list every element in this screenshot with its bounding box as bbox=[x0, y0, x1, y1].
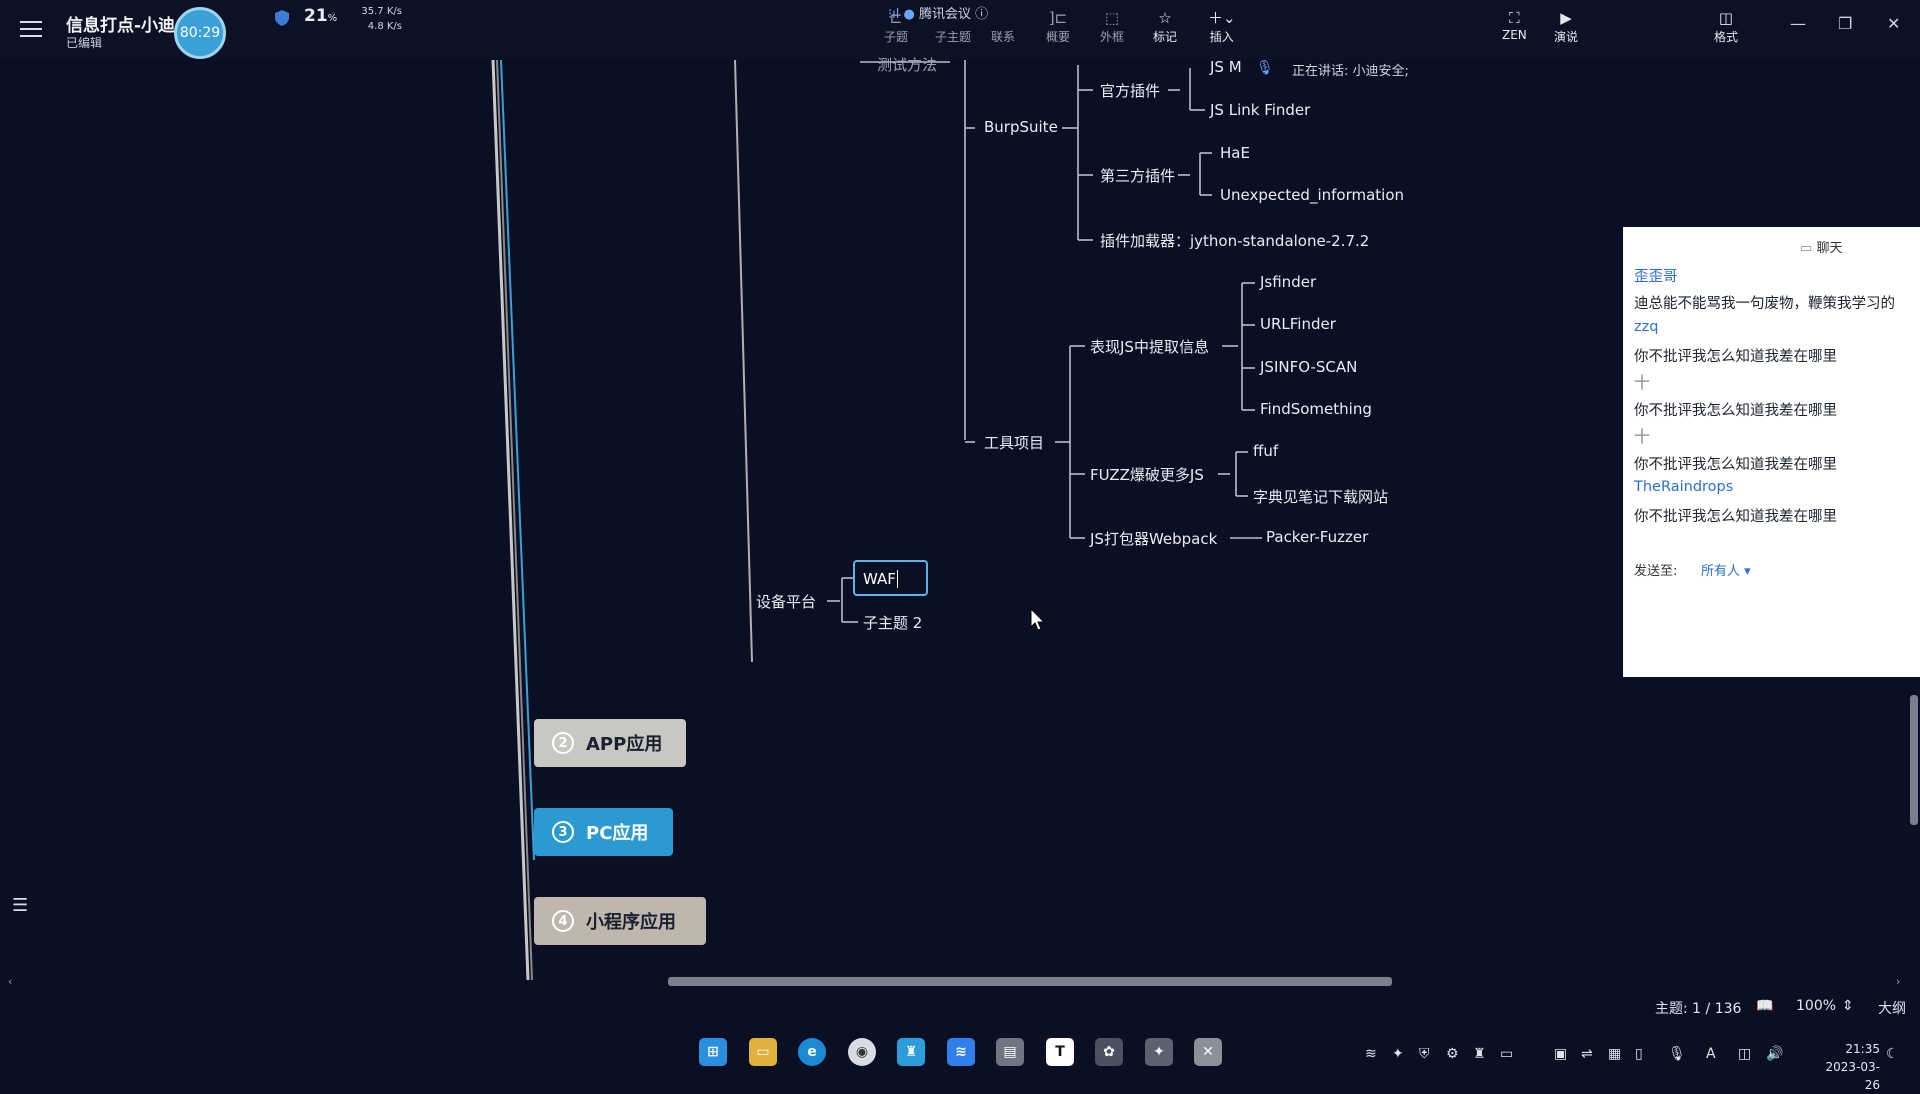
tray-shirt-icon[interactable]: ♜ bbox=[1473, 1046, 1486, 1062]
vertical-scrollbar[interactable] bbox=[1910, 695, 1918, 825]
start-windows-icon[interactable]: ⊞ bbox=[699, 1038, 727, 1066]
topic-count: 主题: 1 / 136 bbox=[1655, 1001, 1742, 1017]
topic-pc[interactable]: 3 PC应用 bbox=[534, 808, 673, 856]
topic-number: 2 bbox=[552, 732, 574, 754]
chat-message: 你不批评我怎么知道我差在哪里 bbox=[1634, 457, 1837, 473]
edge-browser-icon[interactable]: e bbox=[798, 1038, 826, 1066]
chat-panel: ▭ 聊天 歪歪哥 迪总能不能骂我一句废物，鞭策我学习的 zzq 你不批评我怎么知… bbox=[1623, 227, 1920, 677]
notification-icon[interactable]: ☾ bbox=[1886, 1046, 1899, 1062]
chrome-browser-icon[interactable]: ◉ bbox=[848, 1038, 876, 1066]
zoom-stepper-icon[interactable]: ⇕ bbox=[1842, 998, 1854, 1014]
clock-date: 2023-03-26 bbox=[1825, 1060, 1880, 1092]
node-jsinfo-scan[interactable]: JSINFO-SCAN bbox=[1260, 358, 1357, 376]
tray-network-icon[interactable]: ⇌ bbox=[1581, 1046, 1593, 1062]
tray-usb-icon[interactable]: ▯ bbox=[1635, 1046, 1643, 1062]
speaking-indicator: 正在讲话: 小迪安全; bbox=[1292, 64, 1409, 79]
node-packer-fuzzer[interactable]: Packer-Fuzzer bbox=[1266, 528, 1368, 546]
send-to-label: 发送至: bbox=[1634, 564, 1678, 579]
node-third-party-plugins[interactable]: 第三方插件 bbox=[1100, 165, 1175, 186]
chat-plus-one: 十 bbox=[1634, 373, 1651, 392]
node-dict-note[interactable]: 字典见笔记下载网站 bbox=[1253, 486, 1388, 507]
node-ffuf[interactable]: ffuf bbox=[1253, 442, 1278, 460]
tray-meeting-icon[interactable]: ≋ bbox=[1365, 1046, 1377, 1062]
ime-indicator[interactable]: A bbox=[1706, 1046, 1716, 1062]
topic-label: 小程序应用 bbox=[586, 912, 676, 933]
node-js-m[interactable]: JS M bbox=[1210, 58, 1242, 76]
node-findsomething[interactable]: FindSomething bbox=[1260, 400, 1372, 418]
tray-monitor-icon[interactable]: ▭ bbox=[1500, 1046, 1513, 1062]
node-js-link-finder[interactable]: JS Link Finder bbox=[1210, 101, 1310, 119]
node-device-platform[interactable]: 设备平台 bbox=[756, 591, 816, 612]
mouse-cursor bbox=[1030, 608, 1046, 631]
chat-message: 迪总能不能骂我一句废物，鞭策我学习的 bbox=[1634, 296, 1895, 312]
zoom-level[interactable]: 100% bbox=[1796, 998, 1836, 1014]
microphone-icon: 🎙 bbox=[1256, 60, 1274, 76]
topic-mini-program[interactable]: 4 小程序应用 bbox=[534, 897, 706, 945]
system-clock[interactable]: 21:35 2023-03-26 bbox=[1820, 1040, 1880, 1094]
typora-icon[interactable]: T bbox=[1046, 1038, 1074, 1066]
node-waf-text: WAF bbox=[863, 570, 896, 588]
app-feather-icon[interactable]: ✿ bbox=[1095, 1038, 1123, 1066]
notepad-icon[interactable]: ▤ bbox=[996, 1038, 1024, 1066]
chat-plus-one: 十 bbox=[1634, 427, 1651, 446]
dropdown-icon: ▾ bbox=[1744, 564, 1751, 579]
book-icon[interactable]: 📖 bbox=[1756, 998, 1773, 1014]
horizontal-scrollbar[interactable] bbox=[668, 977, 1392, 986]
node-tool-projects[interactable]: 工具项目 bbox=[984, 432, 1044, 453]
scroll-right-icon[interactable]: › bbox=[1896, 975, 1900, 988]
tray-grid-icon[interactable]: ▦ bbox=[1608, 1046, 1621, 1062]
node-hae[interactable]: HaE bbox=[1220, 144, 1250, 162]
tray-shield-icon[interactable]: ⛨ bbox=[1419, 1046, 1430, 1062]
tray-gear-icon[interactable]: ⚙ bbox=[1446, 1046, 1459, 1062]
xmind-icon[interactable]: ✕ bbox=[1194, 1038, 1222, 1066]
volume-icon[interactable]: 🔊 bbox=[1766, 1046, 1783, 1062]
node-jsfinder[interactable]: Jsfinder bbox=[1260, 273, 1316, 291]
topic-label: PC应用 bbox=[586, 823, 649, 844]
tray-display-icon[interactable]: ▣ bbox=[1554, 1046, 1567, 1062]
outline-list-icon[interactable]: ☰ bbox=[12, 895, 28, 916]
outline-toggle[interactable]: 大纲 bbox=[1878, 998, 1906, 1018]
topic-label: APP应用 bbox=[586, 734, 663, 755]
chat-sender: TheRaindrops bbox=[1634, 479, 1734, 495]
topic-number: 3 bbox=[552, 821, 574, 843]
tray-wifi-icon[interactable]: ◫ bbox=[1738, 1046, 1751, 1062]
tray-bird-icon[interactable]: ✦ bbox=[1392, 1046, 1404, 1062]
app-shirt-icon[interactable]: ♜ bbox=[897, 1038, 925, 1066]
chat-message: 你不批评我怎么知道我差在哪里 bbox=[1634, 403, 1837, 419]
topic-number: 4 bbox=[552, 910, 574, 932]
node-plugin-loader[interactable]: 插件加载器：jython-standalone-2.7.2 bbox=[1100, 230, 1369, 251]
meeting-app-icon[interactable]: ≋ bbox=[947, 1038, 975, 1066]
node-burpsuite[interactable]: BurpSuite bbox=[984, 118, 1058, 136]
send-to-select[interactable]: 所有人 ▾ bbox=[1701, 560, 1751, 579]
node-waf-editing[interactable]: WAF bbox=[853, 560, 928, 596]
node-extract-js-info[interactable]: 表现JS中提取信息 bbox=[1090, 336, 1209, 357]
chat-sender: 歪歪哥 bbox=[1634, 269, 1678, 285]
topic-app[interactable]: 2 APP应用 bbox=[534, 719, 686, 767]
node-official-plugins[interactable]: 官方插件 bbox=[1100, 80, 1160, 101]
node-fuzz-more-js[interactable]: FUZZ爆破更多JS bbox=[1090, 464, 1204, 485]
app-bird-icon[interactable]: ✦ bbox=[1145, 1038, 1173, 1066]
clock-time: 21:35 bbox=[1845, 1042, 1880, 1056]
file-explorer-icon[interactable]: ▭ bbox=[749, 1038, 777, 1066]
node-urlfinder[interactable]: URLFinder bbox=[1260, 315, 1336, 333]
node-js-packer[interactable]: JS打包器Webpack bbox=[1090, 528, 1217, 549]
chat-title: ▭ 聊天 bbox=[1800, 241, 1843, 256]
node-unexpected-information[interactable]: Unexpected_information bbox=[1220, 186, 1404, 204]
chat-message: 你不批评我怎么知道我差在哪里 bbox=[1634, 349, 1837, 365]
scroll-left-icon[interactable]: ‹ bbox=[8, 975, 12, 988]
chat-message: 你不批评我怎么知道我差在哪里 bbox=[1634, 509, 1837, 525]
node-subtopic-2[interactable]: 子主题 2 bbox=[863, 612, 922, 633]
tray-microphone-icon[interactable]: 🎙 bbox=[1668, 1046, 1686, 1062]
chat-sender: zzq bbox=[1634, 319, 1659, 335]
node-test-method[interactable]: 测试方法 bbox=[877, 54, 937, 75]
chat-icon: ▭ bbox=[1800, 241, 1813, 256]
